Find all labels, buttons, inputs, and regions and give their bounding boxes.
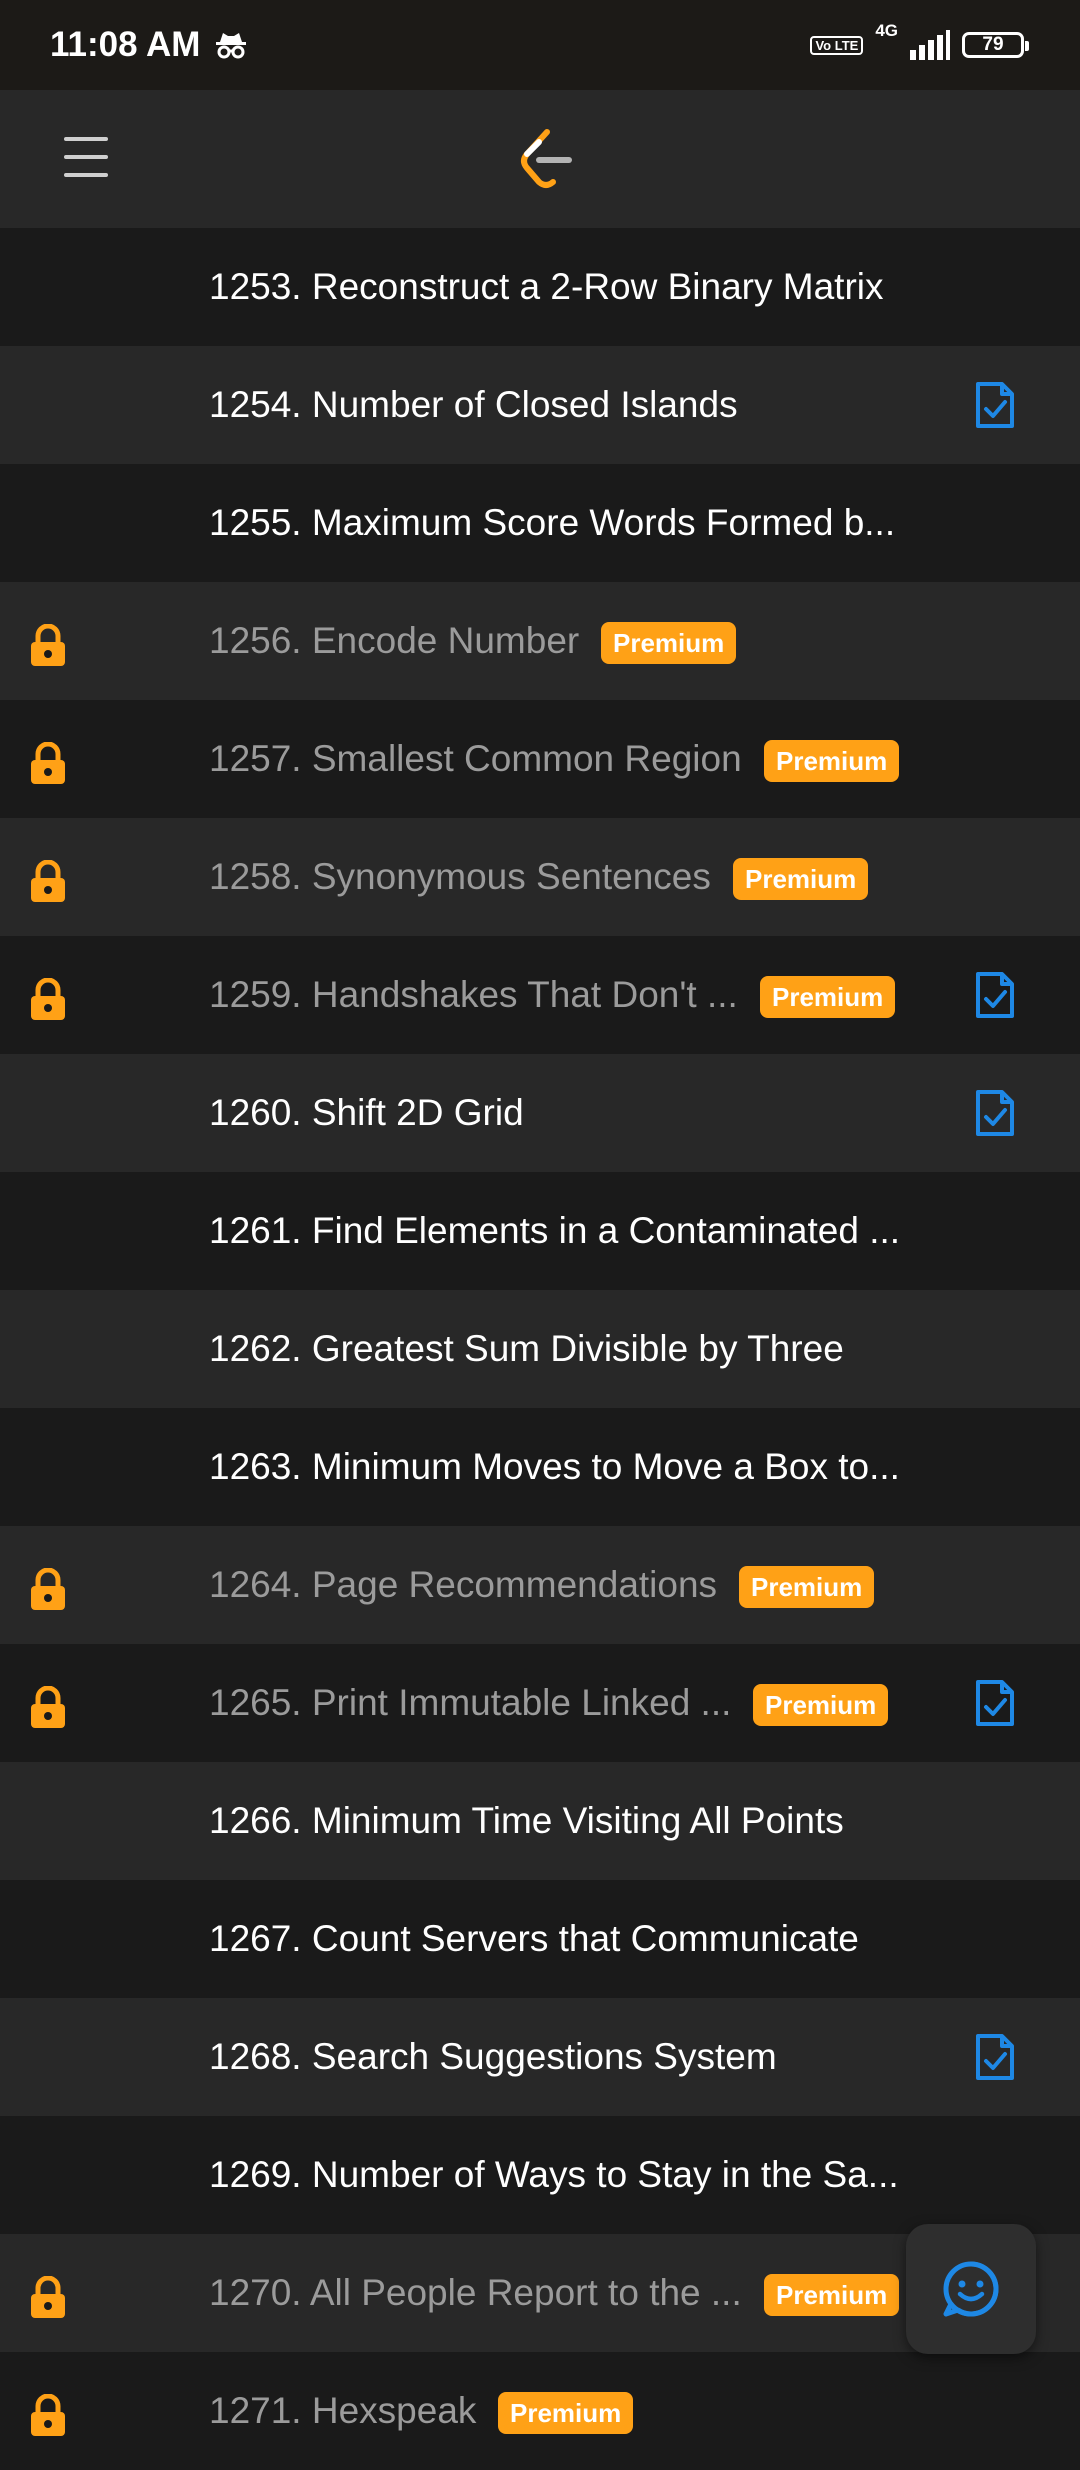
problem-row[interactable]: 1271. Hexspeak Premium <box>0 2352 1080 2470</box>
problem-row[interactable]: 1259. Handshakes That Don't ... Premium <box>0 936 1080 1054</box>
status-left: 11:08 AM <box>50 25 248 65</box>
problem-title: 1259. Handshakes That Don't ... <box>209 974 738 1015</box>
status-right: Vo LTE 4G 79 <box>810 21 1029 60</box>
network-type: 4G <box>875 21 898 40</box>
premium-badge: Premium <box>733 858 869 900</box>
problem-row[interactable]: 1261. Find Elements in a Contaminated ..… <box>0 1172 1080 1290</box>
problem-row[interactable]: 1258. Synonymous Sentences Premium <box>0 818 1080 936</box>
solution-document-icon[interactable] <box>974 380 1016 430</box>
battery-icon: 79 <box>962 32 1029 58</box>
problem-row[interactable]: 1264. Page Recommendations Premium <box>0 1526 1080 1644</box>
top-app-bar <box>0 90 1080 228</box>
problem-row[interactable]: 1267. Count Servers that Communicate <box>0 1880 1080 1998</box>
problem-title: 1264. Page Recommendations <box>209 1564 718 1605</box>
lock-icon <box>28 859 68 904</box>
problem-title: 1260. Shift 2D Grid <box>209 1092 524 1133</box>
lock-icon <box>28 977 68 1022</box>
hamburger-menu-icon[interactable] <box>64 137 108 177</box>
solution-document-icon[interactable] <box>974 1088 1016 1138</box>
solution-document-icon[interactable] <box>974 970 1016 1020</box>
problem-row[interactable]: 1269. Number of Ways to Stay in the Sa..… <box>0 2116 1080 2234</box>
problem-row[interactable]: 1266. Minimum Time Visiting All Points <box>0 1762 1080 1880</box>
signal-icon <box>910 30 950 60</box>
premium-badge: Premium <box>498 2392 634 2434</box>
problem-list: 1253. Reconstruct a 2-Row Binary Matrix 1… <box>0 228 1080 2470</box>
feedback-button[interactable] <box>906 2224 1036 2354</box>
lock-icon <box>28 2393 68 2438</box>
battery-level: 79 <box>982 34 1004 55</box>
status-bar: 11:08 AM Vo LTE 4G 79 <box>0 0 1080 90</box>
premium-badge: Premium <box>760 976 896 1018</box>
problem-title: 1263. Minimum Moves to Move a Box to... <box>209 1446 900 1487</box>
problem-row[interactable]: 1254. Number of Closed Islands <box>0 346 1080 464</box>
feedback-chat-icon <box>943 2261 999 2317</box>
problem-row[interactable]: 1257. Smallest Common Region Premium <box>0 700 1080 818</box>
problem-row[interactable]: 1260. Shift 2D Grid <box>0 1054 1080 1172</box>
problem-row[interactable]: 1253. Reconstruct a 2-Row Binary Matrix <box>0 228 1080 346</box>
status-time: 11:08 AM <box>50 25 201 64</box>
lock-icon <box>28 741 68 786</box>
premium-badge: Premium <box>764 2274 900 2316</box>
problem-row[interactable]: 1262. Greatest Sum Divisible by Three <box>0 1290 1080 1408</box>
problem-row[interactable]: 1255. Maximum Score Words Formed b... <box>0 464 1080 582</box>
premium-badge: Premium <box>739 1566 875 1608</box>
solution-document-icon[interactable] <box>974 2032 1016 2082</box>
problem-title: 1269. Number of Ways to Stay in the Sa..… <box>209 2154 899 2195</box>
problem-title: 1268. Search Suggestions System <box>209 2036 777 2077</box>
leetcode-logo-icon <box>521 129 572 188</box>
problem-title: 1257. Smallest Common Region <box>209 738 742 779</box>
problem-title: 1267. Count Servers that Communicate <box>209 1918 859 1959</box>
problem-title: 1258. Synonymous Sentences <box>209 856 711 897</box>
problem-title: 1262. Greatest Sum Divisible by Three <box>209 1328 844 1369</box>
premium-badge: Premium <box>764 740 900 782</box>
volte-indicator: Vo LTE <box>810 35 864 55</box>
problem-row[interactable]: 1263. Minimum Moves to Move a Box to... <box>0 1408 1080 1526</box>
lock-icon <box>28 1685 68 1730</box>
problem-title: 1261. Find Elements in a Contaminated ..… <box>209 1210 901 1251</box>
problem-row[interactable]: 1265. Print Immutable Linked ... Premium <box>0 1644 1080 1762</box>
lock-icon <box>28 1567 68 1612</box>
problem-title: 1270. All People Report to the ... <box>209 2272 742 2313</box>
lock-icon <box>28 623 68 668</box>
problem-title: 1265. Print Immutable Linked ... <box>209 1682 732 1723</box>
problem-title: 1253. Reconstruct a 2-Row Binary Matrix <box>209 266 884 307</box>
problem-title: 1271. Hexspeak <box>209 2390 477 2431</box>
lock-icon <box>28 2275 68 2320</box>
incognito-icon <box>216 33 247 59</box>
problem-title: 1255. Maximum Score Words Formed b... <box>209 502 896 543</box>
problem-title: 1256. Encode Number <box>209 620 580 661</box>
problem-title: 1254. Number of Closed Islands <box>209 384 738 425</box>
problem-row[interactable]: 1268. Search Suggestions System <box>0 1998 1080 2116</box>
premium-badge: Premium <box>753 1684 889 1726</box>
premium-badge: Premium <box>601 622 737 664</box>
solution-document-icon[interactable] <box>974 1678 1016 1728</box>
problem-row[interactable]: 1256. Encode Number Premium <box>0 582 1080 700</box>
problem-title: 1266. Minimum Time Visiting All Points <box>209 1800 844 1841</box>
